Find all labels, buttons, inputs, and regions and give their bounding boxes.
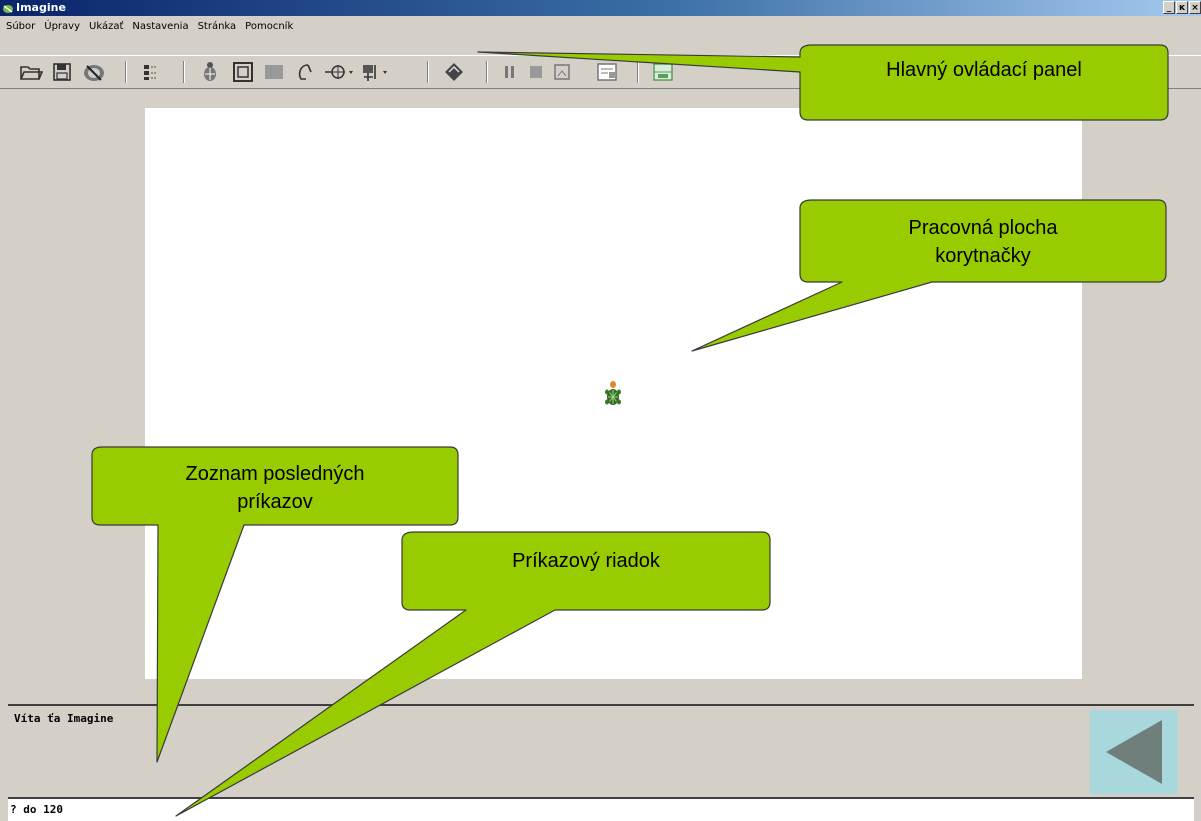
rectangle-icon[interactable] [262,60,286,84]
turtle-icon[interactable] [198,60,222,84]
callout-main-panel-label: Hlavný ovládací panel [800,56,1168,84]
command-history-panel[interactable]: Víta ťa Imagine [8,704,1194,796]
target-icon[interactable] [322,60,356,84]
open-folder-icon[interactable] [18,60,44,84]
callout-history-line2: príkazov [237,491,313,513]
callout-canvas-line2: korytnačky [935,245,1031,267]
window-title: Imagine [16,1,66,14]
menu-bar: Súbor Úpravy Ukázať Nastavenia Stránka P… [0,17,1201,37]
close-button[interactable]: × [1189,1,1201,14]
turtle-icon[interactable] [604,380,622,408]
list-icon[interactable] [138,60,162,84]
minimize-button[interactable]: _ [1163,1,1175,14]
restore-button[interactable]: ĸ [1176,1,1188,14]
tool-dropdown-icon[interactable] [358,60,392,84]
back-button[interactable] [1090,710,1178,794]
toolbar-separator [486,61,488,83]
grid-icon[interactable] [650,60,676,84]
print-icon[interactable] [80,60,108,84]
command-line[interactable]: ? do 120 [8,797,1194,821]
imagine-window: Imagine _ ĸ × Súbor Úpravy Ukázať Nastav… [0,0,1201,821]
callout-command-text: Príkazový riadok [512,550,660,572]
history-line: Víta ťa Imagine [14,712,114,725]
callout-canvas-label: Pracovná plocha korytnačky [800,214,1166,270]
callout-main-panel-text: Hlavný ovládací panel [886,59,1082,81]
page-icon[interactable] [594,60,620,84]
menu-file[interactable]: Súbor [6,17,35,37]
menu-page[interactable]: Stránka [198,17,237,37]
window-controls: _ ĸ × [1163,0,1201,16]
callout-canvas-line1: Pracovná plocha [908,217,1058,239]
callout-history-label: Zoznam posledných príkazov [92,460,458,516]
title-bar: Imagine _ ĸ × [0,0,1201,16]
stop-icon[interactable] [524,60,548,84]
menu-help[interactable]: Pomocník [245,17,293,37]
toolbar-separator [637,61,639,83]
imagine-logo-icon [3,5,13,13]
callout-command-label: Príkazový riadok [402,547,770,575]
step-icon[interactable] [550,60,574,84]
toolbar-separator [183,61,185,83]
toolbar-separator [427,61,429,83]
menu-show[interactable]: Ukázať [89,17,123,37]
menu-edit[interactable]: Úpravy [44,17,80,37]
left-arrow-icon [1106,720,1162,784]
pen-icon[interactable] [294,60,318,84]
command-line-text: ? do 120 [10,803,63,816]
callout-history-line1: Zoznam posledných [185,463,365,485]
run-icon[interactable] [440,60,468,84]
pause-icon[interactable] [498,60,522,84]
toolbar-separator [125,61,127,83]
frame-icon[interactable] [230,60,256,84]
menu-settings[interactable]: Nastavenia [132,17,188,37]
save-disk-icon[interactable] [50,60,74,84]
